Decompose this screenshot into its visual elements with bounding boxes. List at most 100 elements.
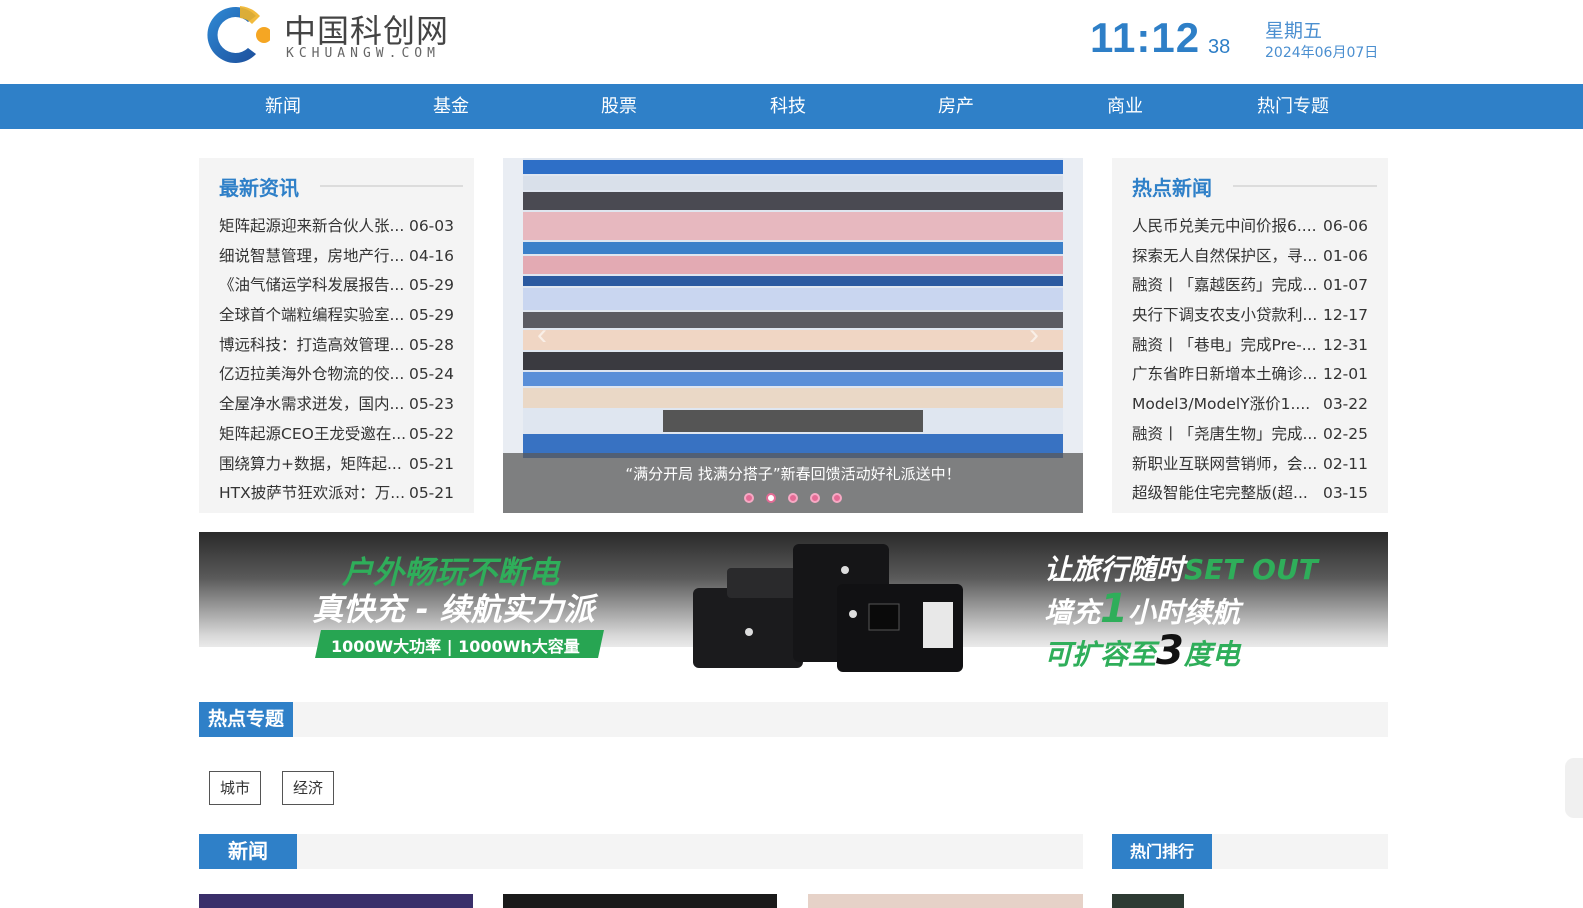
news-item-date: 05-29 bbox=[408, 276, 454, 295]
list-item[interactable]: 全球首个端粒编程实验室... 05-29 bbox=[219, 301, 454, 331]
news-item-title[interactable]: 融资丨「嘉越医药」完成... bbox=[1132, 271, 1317, 301]
news-item-date: 01-07 bbox=[1322, 276, 1368, 295]
news-item-date: 05-29 bbox=[408, 306, 454, 325]
date-label: 2024年06月07日 bbox=[1265, 45, 1379, 61]
site-logo[interactable]: 中国科创网 KCHUANGW.COM bbox=[204, 2, 464, 68]
list-item[interactable]: 亿迈拉美海外仓物流的佼... 05-24 bbox=[219, 360, 454, 390]
list-item[interactable]: 细说智慧管理，房地产行... 04-16 bbox=[219, 242, 454, 272]
carousel-dot[interactable] bbox=[744, 493, 754, 503]
news-item-title[interactable]: 探索无人自然保护区，寻... bbox=[1132, 242, 1317, 272]
list-item[interactable]: HTX披萨节狂欢派对：万... 05-21 bbox=[219, 479, 454, 509]
ad-banner[interactable]: 户外畅玩不断电 真快充 - 续航实力派 1000W大功率 | 1000Wh大容量… bbox=[199, 532, 1388, 672]
carousel-dot-active[interactable] bbox=[766, 493, 776, 503]
news-item-title[interactable]: 新职业互联网营销师，会... bbox=[1132, 450, 1317, 480]
news-section-title[interactable]: 新闻 bbox=[199, 834, 297, 869]
news-thumbnail[interactable] bbox=[503, 894, 777, 908]
list-item[interactable]: 《油气储运学科发展报告... 05-29 bbox=[219, 271, 454, 301]
nav-item-stocks[interactable]: 股票 bbox=[559, 84, 679, 129]
hot-news-title: 热点新闻 bbox=[1132, 176, 1212, 200]
news-item-title[interactable]: 全球首个端粒编程实验室... bbox=[219, 301, 404, 331]
list-item[interactable]: 融资丨「尧唐生物」完成... 02-25 bbox=[1132, 420, 1368, 450]
news-thumbnail[interactable] bbox=[808, 894, 1083, 908]
power-station-product-image bbox=[693, 544, 963, 672]
carousel-slide-image[interactable] bbox=[523, 158, 1063, 458]
news-item-title[interactable]: 围绕算力+数据，矩阵起... bbox=[219, 450, 402, 480]
news-item-title[interactable]: HTX披萨节狂欢派对：万... bbox=[219, 479, 405, 509]
ad-right-line1: 让旅行随时SET OUT bbox=[1044, 553, 1318, 586]
nav-item-funds[interactable]: 基金 bbox=[391, 84, 511, 129]
ad-headline-white: 真快充 - 续航实力派 bbox=[312, 592, 595, 628]
news-item-date: 03-22 bbox=[1322, 395, 1368, 414]
carousel-indicators bbox=[503, 493, 1083, 503]
news-thumbnail[interactable] bbox=[199, 894, 473, 908]
nav-item-realestate[interactable]: 房产 bbox=[896, 84, 1016, 129]
news-item-title[interactable]: 矩阵起源迎来新合伙人张... bbox=[219, 212, 404, 242]
list-item[interactable]: 央行下调支农支小贷款利... 12-17 bbox=[1132, 301, 1368, 331]
list-item[interactable]: 融资丨「巷电」完成Pre-... 12-31 bbox=[1132, 331, 1368, 361]
news-item-title[interactable]: Model3/ModelY涨价1.... bbox=[1132, 390, 1310, 420]
ad-right-line2: 墙充1小时续航 bbox=[1044, 586, 1240, 632]
news-item-title[interactable]: 广东省昨日新增本土确诊... bbox=[1132, 360, 1317, 390]
nav-item-business[interactable]: 商业 bbox=[1065, 84, 1185, 129]
news-item-title[interactable]: 超级智能住宅完整版(超... bbox=[1132, 479, 1308, 509]
hot-news-list: 人民币兑美元中间价报6.... 06-06 探索无人自然保护区，寻... 01-06… bbox=[1132, 212, 1368, 509]
list-item[interactable]: 广东省昨日新增本土确诊... 12-01 bbox=[1132, 360, 1368, 390]
carousel-dot[interactable] bbox=[832, 493, 842, 503]
main-nav: 新闻 基金 股票 科技 房产 商业 热门专题 bbox=[0, 84, 1583, 129]
news-item-title[interactable]: 全屋净水需求迸发，国内... bbox=[219, 390, 404, 420]
news-item-date: 05-24 bbox=[408, 365, 454, 384]
news-item-date: 05-21 bbox=[408, 484, 454, 503]
ranking-section-title[interactable]: 热门排行 bbox=[1112, 834, 1213, 869]
news-item-date: 01-06 bbox=[1322, 246, 1368, 265]
hot-news-panel: 热点新闻 人民币兑美元中间价报6.... 06-06 探索无人自然保护区，寻...… bbox=[1112, 158, 1388, 513]
news-item-title[interactable]: 矩阵起源CEO王龙受邀在... bbox=[219, 420, 405, 450]
chevron-left-icon[interactable]: ‹ bbox=[537, 318, 547, 352]
ranking-thumbnail[interactable] bbox=[1112, 894, 1184, 908]
news-item-title[interactable]: 细说智慧管理，房地产行... bbox=[219, 242, 404, 272]
news-item-title[interactable]: 《油气储运学科发展报告... bbox=[219, 271, 404, 301]
list-item[interactable]: 博远科技：打造高效管理... 05-28 bbox=[219, 331, 454, 361]
list-item[interactable]: 全屋净水需求迸发，国内... 05-23 bbox=[219, 390, 454, 420]
carousel-dot[interactable] bbox=[788, 493, 798, 503]
news-section-bar: 新闻 bbox=[199, 834, 1083, 869]
carousel-dot[interactable] bbox=[810, 493, 820, 503]
nav-item-news[interactable]: 新闻 bbox=[223, 84, 343, 129]
clock-time: 11:12 bbox=[1090, 14, 1201, 61]
hot-topics-bar: 热点专题 bbox=[199, 702, 1388, 737]
list-item[interactable]: 矩阵起源CEO王龙受邀在... 05-22 bbox=[219, 420, 454, 450]
topic-tag-city[interactable]: 城市 bbox=[209, 771, 262, 805]
news-item-date: 02-11 bbox=[1322, 454, 1368, 473]
ad-pill-text: 1000W大功率 | 1000Wh大容量 bbox=[331, 637, 580, 656]
news-item-title[interactable]: 人民币兑美元中间价报6.... bbox=[1132, 212, 1317, 242]
carousel-caption-text[interactable]: “满分开局 找满分搭子”新春回馈活动好礼派送中！ bbox=[503, 463, 1083, 484]
news-item-title[interactable]: 融资丨「尧唐生物」完成... bbox=[1132, 420, 1317, 450]
side-float-handle[interactable] bbox=[1565, 758, 1583, 818]
list-item[interactable]: 超级智能住宅完整版(超... 03-15 bbox=[1132, 479, 1368, 509]
image-carousel[interactable]: ‹ › “满分开局 找满分搭子”新春回馈活动好礼派送中！ bbox=[503, 158, 1083, 513]
carousel-caption: “满分开局 找满分搭子”新春回馈活动好礼派送中！ bbox=[503, 453, 1083, 513]
news-item-title[interactable]: 融资丨「巷电」完成Pre-... bbox=[1132, 331, 1317, 361]
news-item-date: 03-15 bbox=[1322, 484, 1368, 503]
list-item[interactable]: 矩阵起源迎来新合伙人张... 06-03 bbox=[219, 212, 454, 242]
news-item-title[interactable]: 亿迈拉美海外仓物流的佼... bbox=[219, 360, 404, 390]
latest-news-list: 矩阵起源迎来新合伙人张... 06-03 细说智慧管理，房地产行... 04-16 … bbox=[219, 212, 454, 509]
weekday-label: 星期五 bbox=[1265, 20, 1323, 42]
topic-tag-economy[interactable]: 经济 bbox=[282, 771, 335, 805]
nav-item-hot-topics[interactable]: 热门专题 bbox=[1233, 84, 1353, 129]
list-item[interactable]: 新职业互联网营销师，会... 02-11 bbox=[1132, 450, 1368, 480]
list-item[interactable]: 探索无人自然保护区，寻... 01-06 bbox=[1132, 242, 1368, 272]
nav-item-tech[interactable]: 科技 bbox=[728, 84, 848, 129]
chevron-right-icon[interactable]: › bbox=[1029, 318, 1039, 352]
news-item-title[interactable]: 央行下调支农支小贷款利... bbox=[1132, 301, 1317, 331]
logo-english-text: KCHUANGW.COM bbox=[286, 46, 440, 61]
list-item[interactable]: 人民币兑美元中间价报6.... 06-06 bbox=[1132, 212, 1368, 242]
list-item[interactable]: Model3/ModelY涨价1.... 03-22 bbox=[1132, 390, 1368, 420]
news-item-title[interactable]: 博远科技：打造高效管理... bbox=[219, 331, 404, 361]
list-item[interactable]: 围绕算力+数据，矩阵起... 05-21 bbox=[219, 450, 454, 480]
divider bbox=[1233, 185, 1377, 187]
list-item[interactable]: 融资丨「嘉越医药」完成... 01-07 bbox=[1132, 271, 1368, 301]
site-header: 中国科创网 KCHUANGW.COM 11:12 38 星期五 2024年06月… bbox=[0, 0, 1583, 84]
divider bbox=[320, 185, 463, 187]
latest-news-title: 最新资讯 bbox=[219, 176, 299, 200]
ad-right-line3: 可扩容至3度电 bbox=[1044, 628, 1240, 672]
